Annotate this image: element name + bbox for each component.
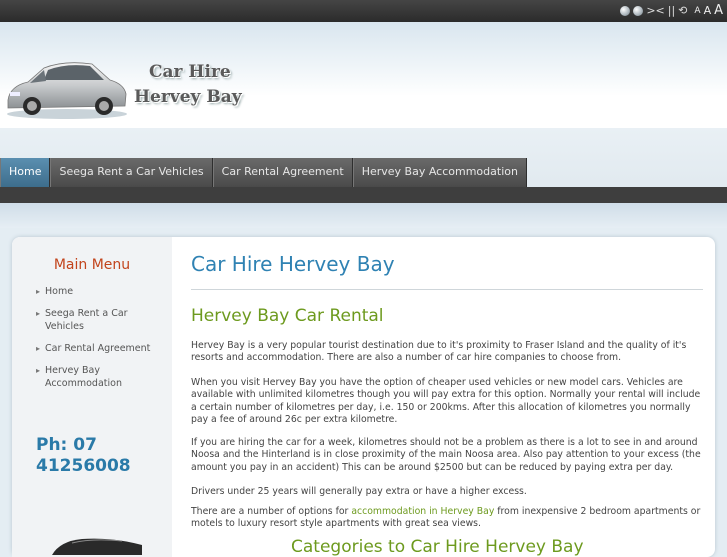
sidebar-item-accommodation[interactable]: Hervey Bay Accommodation — [36, 364, 156, 390]
top-toolbar: >< || ⟲ A A A — [0, 0, 727, 22]
accessibility-tools: >< || ⟲ A A A — [620, 3, 723, 19]
font-size-large-button[interactable]: A — [714, 3, 723, 19]
site-logo[interactable]: Car Hire Hervey Bay — [134, 60, 242, 110]
paragraph-3: If you are hiring the car for a week, ki… — [191, 437, 701, 473]
main-nav: Home Seega Rent a Car Vehicles Car Renta… — [0, 158, 527, 187]
site-header: Car Hire Hervey Bay — [0, 22, 727, 128]
globe-icon[interactable] — [633, 6, 644, 16]
nav-item-accommodation[interactable]: Hervey Bay Accommodation — [352, 158, 527, 187]
section-heading: Hervey Bay Car Rental — [191, 306, 384, 326]
nav-band — [0, 187, 727, 203]
paragraph-5: There are a number of options for accomm… — [191, 506, 703, 531]
page-title: Car Hire Hervey Bay — [191, 252, 395, 276]
sidebar-menu: Home Seega Rent a Car Vehicles Car Renta… — [36, 285, 156, 399]
accommodation-link[interactable]: accommodation in Hervey Bay — [351, 506, 494, 517]
phone-number: Ph: 07 41256008 — [36, 435, 131, 477]
car-image — [7, 62, 127, 119]
paragraph-5-text: There are a number of options for — [191, 506, 352, 517]
shrink-icon[interactable]: >< — [646, 3, 664, 19]
paragraph-2: When you visit Hervey Bay you have the o… — [191, 377, 701, 425]
font-size-small-button[interactable]: A — [694, 3, 700, 19]
paragraph-1: Hervey Bay is a very popular tourist des… — [191, 340, 687, 364]
font-size-medium-button[interactable]: A — [704, 3, 712, 19]
sidebar: Main Menu Home Seega Rent a Car Vehicles… — [12, 237, 172, 557]
next-section-heading: Categories to Car Hire Hervey Bay — [291, 537, 584, 557]
globe-icon[interactable] — [620, 6, 631, 16]
logo-line-2: Hervey Bay — [134, 87, 242, 107]
phone-line-2: 41256008 — [36, 456, 131, 476]
nav-item-rental-agreement[interactable]: Car Rental Agreement — [212, 158, 353, 187]
refresh-icon[interactable]: ⟲ — [678, 3, 687, 19]
sidebar-item-home[interactable]: Home — [36, 285, 156, 298]
paragraph-4: Drivers under 25 years will generally pa… — [191, 486, 527, 497]
sub-nav-band — [0, 203, 727, 228]
car-image — [52, 538, 142, 555]
pause-icon[interactable]: || — [668, 3, 675, 19]
sidebar-item-rental-agreement[interactable]: Car Rental Agreement — [36, 342, 156, 355]
main-content: Car Hire Hervey Bay Hervey Bay Car Renta… — [191, 237, 703, 557]
sidebar-title: Main Menu — [53, 257, 131, 273]
sidebar-item-seega-vehicles[interactable]: Seega Rent a Car Vehicles — [36, 307, 156, 333]
title-divider — [191, 289, 703, 290]
logo-line-1: Car Hire — [149, 62, 231, 82]
nav-item-seega-vehicles[interactable]: Seega Rent a Car Vehicles — [50, 158, 213, 187]
phone-line-1: Ph: 07 — [36, 435, 97, 455]
nav-item-home[interactable]: Home — [0, 158, 51, 187]
